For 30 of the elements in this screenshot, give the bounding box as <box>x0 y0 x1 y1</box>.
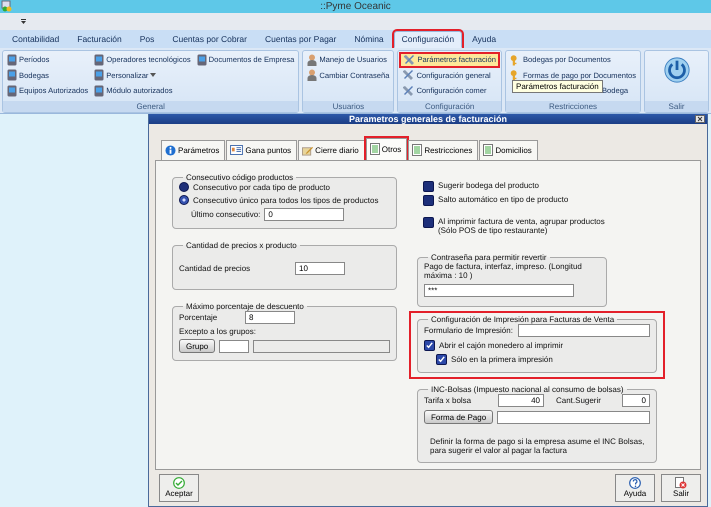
radio-label: Consecutivo por cada tipo de producto <box>193 182 330 192</box>
group-label: Salir <box>645 101 708 112</box>
group-title: Máximo porcentaje de descuento <box>185 302 305 311</box>
field-label: Último consecutivo: <box>191 210 260 219</box>
group-title: Consecutivo código productos <box>185 173 294 182</box>
group-label: Restricciones <box>506 101 640 112</box>
note-text: Definir la forma de pago si la empresa asume el INC Bolsas, para sugerir el valor al pagar la factura <box>429 437 646 455</box>
field-label: Cantidad de precios <box>179 264 252 273</box>
group-title: Contraseña para permitir revertir <box>430 253 548 262</box>
hint-text: Pago de factura, interfaz, impreso. (Longitud máxima : 10 ) <box>424 262 583 280</box>
field-label: Porcentaje <box>179 313 218 322</box>
field-label: Cant.Sugerir <box>556 396 602 405</box>
window-title: ::Pyme Oceanic <box>320 1 391 12</box>
checkbox-label: Sólo en la primera impresión <box>451 355 553 364</box>
field-label: Tarifa x bolsa <box>424 396 472 405</box>
group-title: Cantidad de precios x producto <box>185 241 298 250</box>
checkbox-label: Sugerir bodega del producto <box>438 181 540 190</box>
field-label: Formulario de Impresión: <box>424 326 514 335</box>
field-label: Excepto a los grupos: <box>179 327 256 336</box>
checkbox-label: Abrir el cajón monedero al imprimir <box>439 341 564 350</box>
group-label: Configuración <box>398 101 501 112</box>
radio-label: Consecutivo único para todos los tipos de productos <box>193 196 378 204</box>
group-label: General <box>3 101 298 112</box>
group-title: Configuración de Impresión para Facturas de Venta <box>430 315 616 324</box>
checkbox-label: Salto automático en tipo de producto <box>438 195 570 204</box>
checkbox-label: Al imprimir factura de venta, agrupar productos (Sólo POS de tipo restaurante) <box>438 217 606 235</box>
group-title: INC-Bolsas (Impuesto nacional al consumo de bolsas) <box>430 385 625 394</box>
tooltip: Parámetros facturación <box>512 80 603 93</box>
group-label: Usuarios <box>303 101 394 112</box>
dialog-title: Parametros generales de facturación <box>348 114 508 124</box>
